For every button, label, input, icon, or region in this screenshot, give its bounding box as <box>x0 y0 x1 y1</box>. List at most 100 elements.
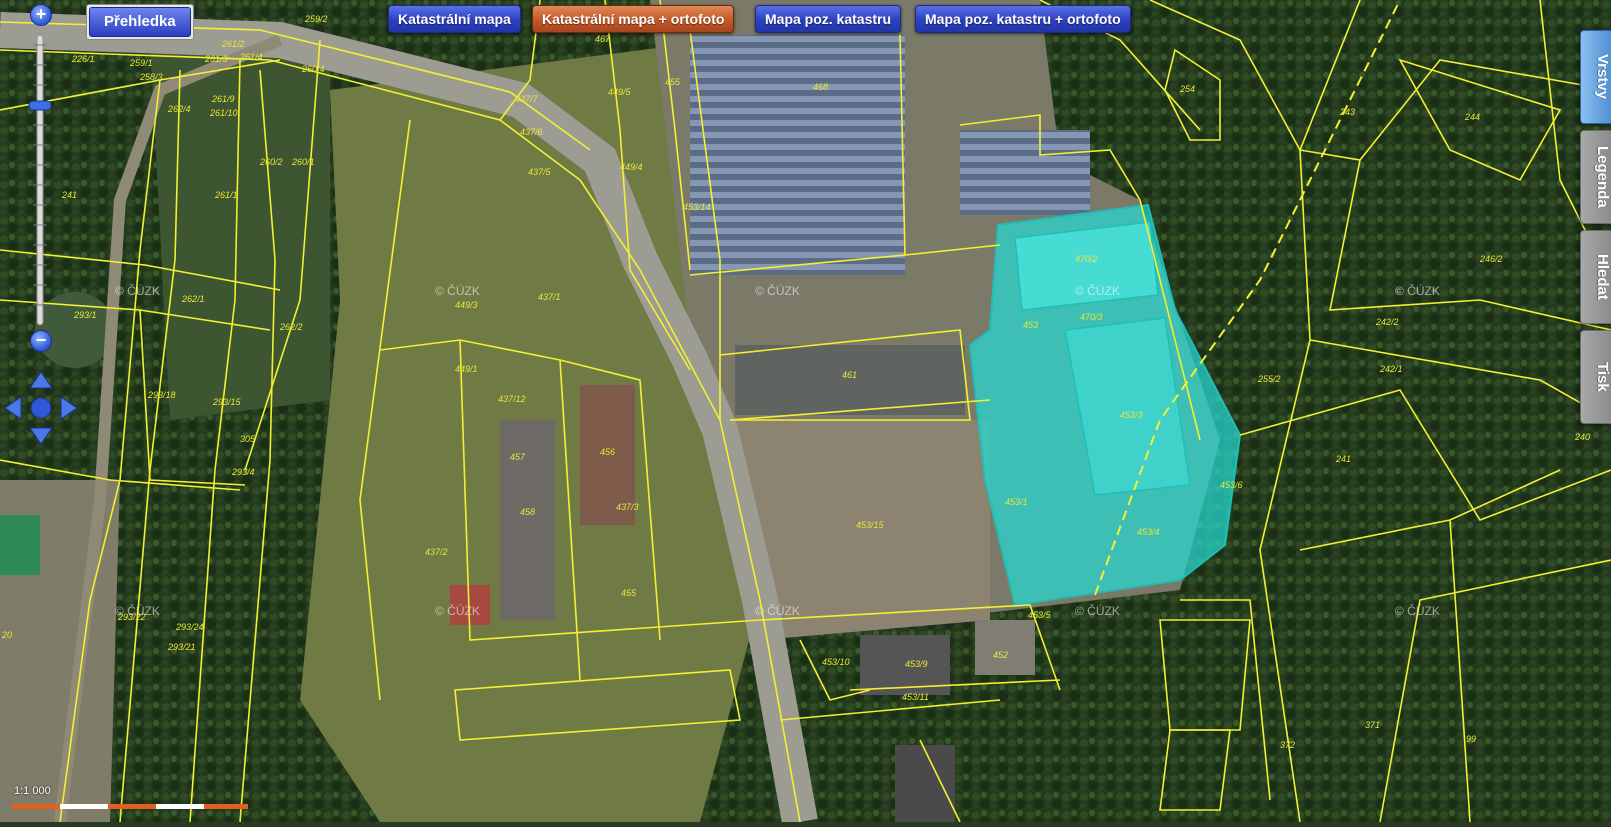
parcel-number-label: 437/2 <box>425 547 448 557</box>
parcel-number-label: 262/4 <box>167 104 191 114</box>
parcel-number-label: 262/1 <box>181 294 205 304</box>
parcel-number-label: 455 <box>621 588 637 598</box>
house-roof-2 <box>500 420 555 620</box>
cadastral-map-button[interactable]: Katastrální mapa <box>388 5 521 33</box>
parcel-number-label: 449/1 <box>455 364 478 374</box>
parcel-number-label: 262/2 <box>279 322 303 332</box>
building-roof <box>895 745 955 822</box>
parcel-number-label: 243 <box>1339 107 1355 117</box>
parcel-number-label: 437/7 <box>515 94 539 104</box>
parcel-number-label: 293/21 <box>167 642 196 652</box>
parcel-number-label: 258/3 <box>139 72 163 82</box>
parcel-number-label: 240 <box>1574 432 1590 442</box>
parcel-number-label: 453/11 <box>902 692 929 702</box>
parcel-number-label: 461 <box>842 370 857 380</box>
watermark-text: © ČÚZK <box>435 603 480 618</box>
parcel-number-label: 261/9 <box>211 94 235 104</box>
parcel-number-label: 453/6 <box>1220 480 1243 490</box>
parcel-number-label: 449/5 <box>608 87 632 97</box>
watermark-text: © ČÚZK <box>1395 603 1440 618</box>
parcel-number-label: 455 <box>665 77 681 87</box>
parcel-number-label: 452 <box>993 650 1008 660</box>
parcel-number-label: 457 <box>510 452 526 462</box>
zoom-slider-handle[interactable] <box>28 100 52 111</box>
land-register-map-button[interactable]: Mapa poz. katastru <box>755 5 902 33</box>
parcel-number-label: 260/1 <box>291 157 315 167</box>
watermark-text: © ČÚZK <box>755 603 800 618</box>
parcel-number-label: 246/2 <box>1479 254 1503 264</box>
tab-print[interactable]: Tisk <box>1580 330 1611 424</box>
watermark-text: © ČÚZK <box>1075 603 1120 618</box>
parcel-number-label: 261/2 <box>221 39 245 49</box>
watermark-text: © ČÚZK <box>1395 283 1440 298</box>
parcel-number-label: 99 <box>1466 734 1476 744</box>
parcel-number-label: 453/14 <box>683 202 711 212</box>
pan-center-icon[interactable] <box>30 397 52 419</box>
cadastral-map[interactable]: 259/2 261/2 226/1 259/1 258/3 261/3 261/4 260/4… <box>0 0 1611 826</box>
parcel-number-label: 371 <box>1365 720 1380 730</box>
parcel-number-label: 453/3 <box>1120 410 1143 420</box>
parcel-number-label: 449/4 <box>620 162 643 172</box>
parcel-number-label: 467 <box>595 34 611 44</box>
parcel-number-label: 437/3 <box>616 502 639 512</box>
parcel-number-label: 453/9 <box>905 659 928 669</box>
parcel-number-label: 293/24 <box>175 622 204 632</box>
tab-search[interactable]: Hledat <box>1580 230 1611 324</box>
parcel-number-label: 261/10 <box>209 108 238 118</box>
parcel-number-label: 241 <box>1335 454 1351 464</box>
parcel-number-label: 260/2 <box>259 157 283 167</box>
parcel-number-label: 261/3 <box>204 54 228 64</box>
parcel-number-label: 244 <box>1464 112 1480 122</box>
parcel-number-label: 242/2 <box>1375 317 1399 327</box>
parcel-number-label: 437/12 <box>498 394 526 404</box>
parcel-number-label: 242/1 <box>1379 364 1403 374</box>
tab-legend[interactable]: Legenda <box>1580 130 1611 224</box>
parcel-number-label: 261/1 <box>214 190 238 200</box>
parcel-number-label: 453/1 <box>1005 497 1028 507</box>
zoom-out-button[interactable]: − <box>30 330 52 352</box>
parcel-number-label: 305 <box>240 434 256 444</box>
parcel-number-label: 437/6 <box>520 127 543 137</box>
parcel-number-label: 293/1 <box>73 310 97 320</box>
watermark-text: © ČÚZK <box>435 283 480 298</box>
zoom-in-button[interactable]: + <box>30 4 52 26</box>
parcel-number-label: 241 <box>61 190 77 200</box>
orthophoto-map-canvas[interactable]: 259/2 261/2 226/1 259/1 258/3 261/3 261/4 260/4… <box>0 0 1611 826</box>
minus-icon: − <box>35 330 47 350</box>
parcel-number-label: 456 <box>600 447 615 457</box>
scale-label: 1:1 000 <box>14 785 51 797</box>
tab-layers[interactable]: Vrstvy <box>1580 30 1611 124</box>
parcel-number-label: 226/1 <box>71 54 95 64</box>
garage-roof <box>975 620 1035 675</box>
parcel-number-label: 453/15 <box>856 520 885 530</box>
parcel-number-label: 437/5 <box>528 167 552 177</box>
parcel-number-label: 372 <box>1280 740 1295 750</box>
parcel-number-label: 449/3 <box>455 300 478 310</box>
parcel-number-label: 20 <box>1 630 12 640</box>
parcel-number-label: 293/15 <box>212 397 242 407</box>
plus-icon: + <box>35 4 47 24</box>
parcel-number-label: 468 <box>813 82 828 92</box>
green-court <box>0 515 40 575</box>
parcel-number-label: 453/10 <box>822 657 850 667</box>
overview-button-label: Přehledka <box>89 7 191 37</box>
watermark-text: © ČÚZK <box>115 283 160 298</box>
parcel-number-label: 259/1 <box>129 58 153 68</box>
parcel-number-label: 259/2 <box>304 14 328 24</box>
scale-bar <box>12 804 248 809</box>
parcel-number-label: 254 <box>1179 84 1195 94</box>
parcel-number-label: 470/3 <box>1080 312 1103 322</box>
land-register-orthophoto-button[interactable]: Mapa poz. katastru + ortofoto <box>915 5 1131 33</box>
watermark-text: © ČÚZK <box>1075 283 1120 298</box>
parcel-number-label: 260/4 <box>301 64 325 74</box>
overview-button[interactable]: Přehledka <box>86 4 194 40</box>
solar-roof-building-2 <box>960 130 1090 215</box>
parcel-number-label: 453 <box>1023 320 1038 330</box>
parcel-number-label: 261/4 <box>239 52 263 62</box>
parcel-number-label: 437/1 <box>538 292 561 302</box>
parcel-number-label: 453/5 <box>1028 610 1052 620</box>
cadastral-map-orthophoto-button[interactable]: Katastrální mapa + ortofoto <box>532 5 735 33</box>
solar-roof-building <box>690 35 905 275</box>
parcel-number-label: 255/2 <box>1257 374 1281 384</box>
watermark-text: © ČÚZK <box>755 283 800 298</box>
